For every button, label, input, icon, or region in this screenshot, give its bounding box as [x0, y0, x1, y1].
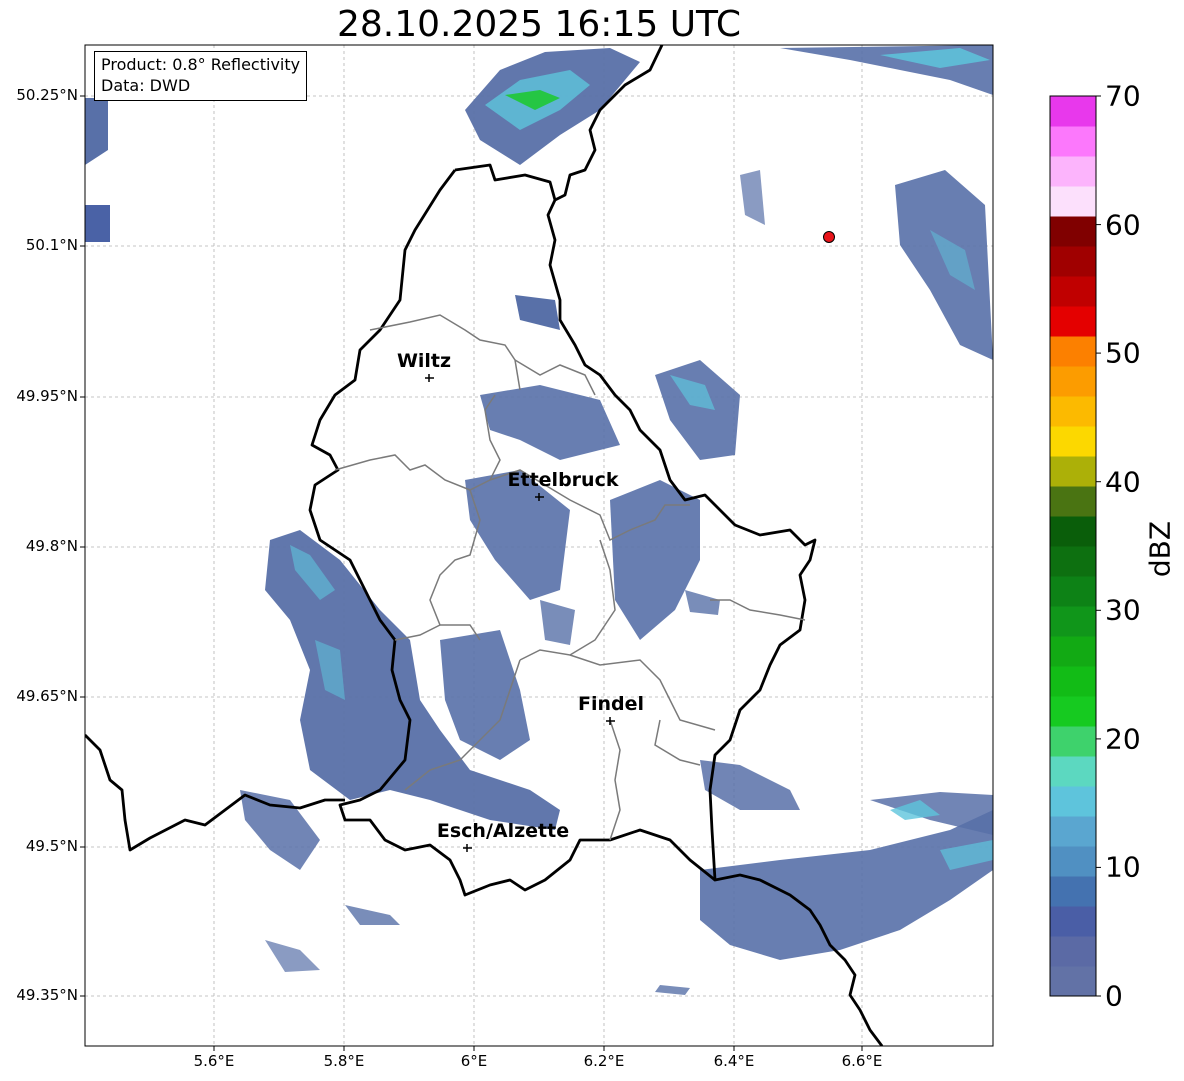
colorbar-segment	[1050, 126, 1096, 157]
colorbar-tick-label: 50	[1105, 336, 1141, 370]
colorbar-segment	[1050, 516, 1096, 547]
colorbar-segment	[1050, 906, 1096, 937]
colorbar-tick-marks	[1096, 95, 1101, 997]
colorbar-segment	[1050, 666, 1096, 697]
colorbar-segment	[1050, 816, 1096, 847]
colorbar-segment	[1050, 156, 1096, 187]
lat-tick-label: 49.95°N	[16, 387, 78, 405]
product-info-box: Product: 0.8° Reflectivity Data: DWD	[94, 51, 308, 101]
colorbar-tick-label: 20	[1105, 722, 1141, 756]
colorbar-segment	[1050, 396, 1096, 427]
colorbar	[1050, 96, 1096, 997]
city-label-wiltz: Wiltz	[396, 350, 452, 372]
colorbar-segment	[1050, 276, 1096, 307]
colorbar-segment	[1050, 696, 1096, 727]
colorbar-segment	[1050, 306, 1096, 337]
colorbar-segment	[1050, 366, 1096, 397]
lon-tick-label: 5.6°E	[193, 1052, 235, 1070]
colorbar-tick-label: 40	[1105, 465, 1141, 499]
lat-tick-label: 49.5°N	[25, 837, 78, 855]
lon-tick-label: 6.6°E	[841, 1052, 883, 1070]
lat-tick-label: 50.1°N	[25, 236, 78, 254]
lat-tick-label: 50.25°N	[16, 86, 78, 104]
city-label-findel: Findel	[577, 693, 645, 715]
colorbar-tick-label: 60	[1105, 208, 1141, 242]
colorbar-segment	[1050, 876, 1096, 907]
lon-tick-label: 5.8°E	[323, 1052, 365, 1070]
colorbar-segment	[1050, 846, 1096, 877]
city-label-ettelbruck: Ettelbruck	[507, 469, 619, 491]
lat-tick-label: 49.65°N	[16, 687, 78, 705]
colorbar-tick-label: 10	[1105, 850, 1141, 884]
colorbar-segment	[1050, 726, 1096, 757]
colorbar-segment	[1050, 216, 1096, 247]
lon-tick-label: 6.4°E	[713, 1052, 755, 1070]
colorbar-segment	[1050, 336, 1096, 367]
data-source-text: Data: DWD	[101, 76, 191, 95]
radar-echoes	[85, 45, 993, 995]
lat-tick-label: 49.8°N	[25, 537, 78, 555]
colorbar-segment	[1050, 636, 1096, 667]
colorbar-label: dBZ	[1143, 520, 1177, 578]
radar-site-marker	[823, 231, 835, 243]
colorbar-segment	[1050, 786, 1096, 817]
colorbar-segment	[1050, 246, 1096, 277]
colorbar-segment	[1050, 456, 1096, 487]
radar-map	[80, 44, 1101, 1051]
lon-tick-label: 6°E	[460, 1052, 488, 1070]
colorbar-segment	[1050, 576, 1096, 607]
colorbar-segment	[1050, 546, 1096, 577]
colorbar-segment	[1050, 96, 1096, 127]
colorbar-tick-label: 70	[1105, 79, 1141, 113]
city-label-esch-alzette: Esch/Alzette	[436, 820, 570, 842]
colorbar-segment	[1050, 486, 1096, 517]
colorbar-segment	[1050, 966, 1096, 997]
colorbar-segment	[1050, 426, 1096, 457]
colorbar-segment	[1050, 756, 1096, 787]
colorbar-segment	[1050, 936, 1096, 967]
lon-tick-label: 6.2°E	[583, 1052, 625, 1070]
colorbar-segment	[1050, 606, 1096, 637]
product-text: Product: 0.8° Reflectivity	[101, 55, 301, 74]
colorbar-tick-label: 30	[1105, 593, 1141, 627]
colorbar-tick-label: 0	[1105, 979, 1123, 1013]
lat-tick-label: 49.35°N	[16, 986, 78, 1004]
colorbar-segment	[1050, 186, 1096, 217]
